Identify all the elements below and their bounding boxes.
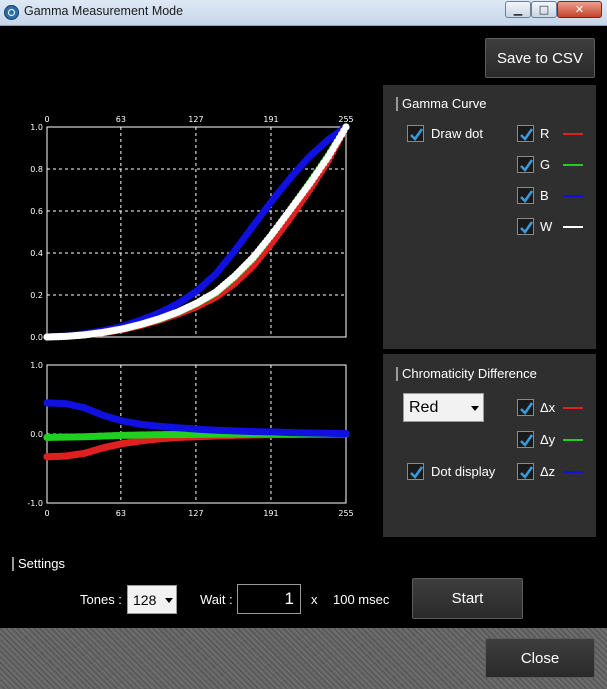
check-icon [520, 221, 534, 235]
gamma-y-tick-label: 0.0 [30, 333, 43, 342]
wait-label: Wait : [200, 592, 233, 607]
gamma-series-0 [43, 123, 350, 341]
gamma-x-tick-label: 63 [116, 115, 126, 124]
delta-z-checkbox[interactable] [517, 463, 534, 480]
minimize-button[interactable]: ▁ [505, 1, 531, 18]
dot-display-checkbox[interactable] [407, 463, 424, 480]
title-bar[interactable]: Gamma Measurement Mode ▁ □ ✕ [0, 0, 607, 26]
draw-dot-checkbox[interactable] [407, 125, 424, 142]
close-window-button[interactable]: ✕ [557, 1, 602, 18]
check-icon [520, 434, 534, 448]
chroma-y-tick-label: 1.0 [30, 361, 43, 370]
delta-x-swatch [563, 407, 583, 409]
color-select-value: Red [409, 399, 439, 416]
channel-g-swatch [563, 164, 583, 166]
gamma-y-tick-label: 0.6 [30, 207, 43, 216]
settings-title: Settings [12, 556, 65, 571]
tones-label: Tones : [80, 592, 122, 607]
channel-r-label: R [540, 126, 550, 141]
check-icon [520, 402, 534, 416]
delta-z-label: Δz [540, 464, 556, 479]
channel-w-swatch [563, 226, 583, 228]
channel-b-swatch [563, 195, 583, 197]
chroma-x-tick-label: 191 [263, 509, 278, 518]
chevron-down-icon [165, 598, 173, 603]
tones-select[interactable]: 128 [127, 585, 177, 614]
unit-label: 100 msec [333, 592, 390, 607]
start-button[interactable]: Start [412, 578, 523, 619]
check-icon [520, 190, 534, 204]
gamma-curve-title: Gamma Curve [396, 96, 487, 111]
wait-input[interactable]: 1 [237, 584, 301, 614]
app-icon [4, 5, 19, 20]
channel-w-checkbox[interactable] [517, 218, 534, 235]
draw-dot-label: Draw dot [431, 126, 484, 141]
chroma-series-2 [43, 399, 350, 438]
dot-display-label: Dot display [431, 464, 496, 479]
chroma-x-tick-label: 0 [44, 509, 49, 518]
tones-select-value: 128 [133, 592, 157, 608]
maximize-button[interactable]: □ [531, 1, 557, 18]
gamma-y-tick-label: 0.2 [30, 291, 43, 300]
chroma-point [342, 430, 350, 438]
close-button[interactable]: Close [485, 638, 595, 678]
delta-z-swatch [563, 471, 583, 473]
gamma-y-tick-label: 1.0 [30, 123, 43, 132]
channel-g-label: G [540, 157, 551, 172]
channel-w-label: W [540, 219, 553, 234]
gamma-point [342, 123, 350, 131]
chroma-y-tick-label: 0.0 [30, 430, 43, 439]
delta-x-label: Δx [540, 400, 556, 415]
delta-y-label: Δy [540, 432, 556, 447]
multiplier-label: x [311, 592, 318, 607]
check-icon [410, 128, 424, 142]
channel-g-checkbox[interactable] [517, 156, 534, 173]
gamma-x-tick-label: 127 [188, 115, 203, 124]
chroma-y-tick-label: -1.0 [27, 499, 43, 508]
delta-x-checkbox[interactable] [517, 399, 534, 416]
chroma-x-tick-label: 63 [116, 509, 126, 518]
chroma-x-tick-label: 127 [188, 509, 203, 518]
channel-r-checkbox[interactable] [517, 125, 534, 142]
window-title: Gamma Measurement Mode [24, 4, 184, 18]
gamma-y-tick-label: 0.8 [30, 165, 43, 174]
gamma-x-tick-label: 255 [338, 115, 353, 124]
chroma-x-tick-label: 255 [338, 509, 353, 518]
chroma-title: Chromaticity Difference [396, 366, 537, 381]
check-icon [520, 159, 534, 173]
channel-b-checkbox[interactable] [517, 187, 534, 204]
check-icon [410, 466, 424, 480]
gamma-y-tick-label: 0.4 [30, 249, 43, 258]
channel-r-swatch [563, 133, 583, 135]
check-icon [520, 466, 534, 480]
chevron-down-icon [471, 406, 479, 411]
gamma-x-tick-label: 191 [263, 115, 278, 124]
delta-y-swatch [563, 439, 583, 441]
chroma-chart: 0 63 127 191 255 1.0 0.0 -1.0 [27, 361, 353, 518]
gamma-x-tick-label: 0 [44, 115, 49, 124]
delta-y-checkbox[interactable] [517, 431, 534, 448]
channel-b-label: B [540, 188, 549, 203]
check-icon [520, 128, 534, 142]
save-to-csv-button[interactable]: Save to CSV [485, 38, 595, 78]
gamma-chart: 0 63 127 191 255 1.0 0.8 0.6 0.4 0.2 0.0 [30, 115, 353, 342]
color-select[interactable]: Red [403, 393, 484, 422]
